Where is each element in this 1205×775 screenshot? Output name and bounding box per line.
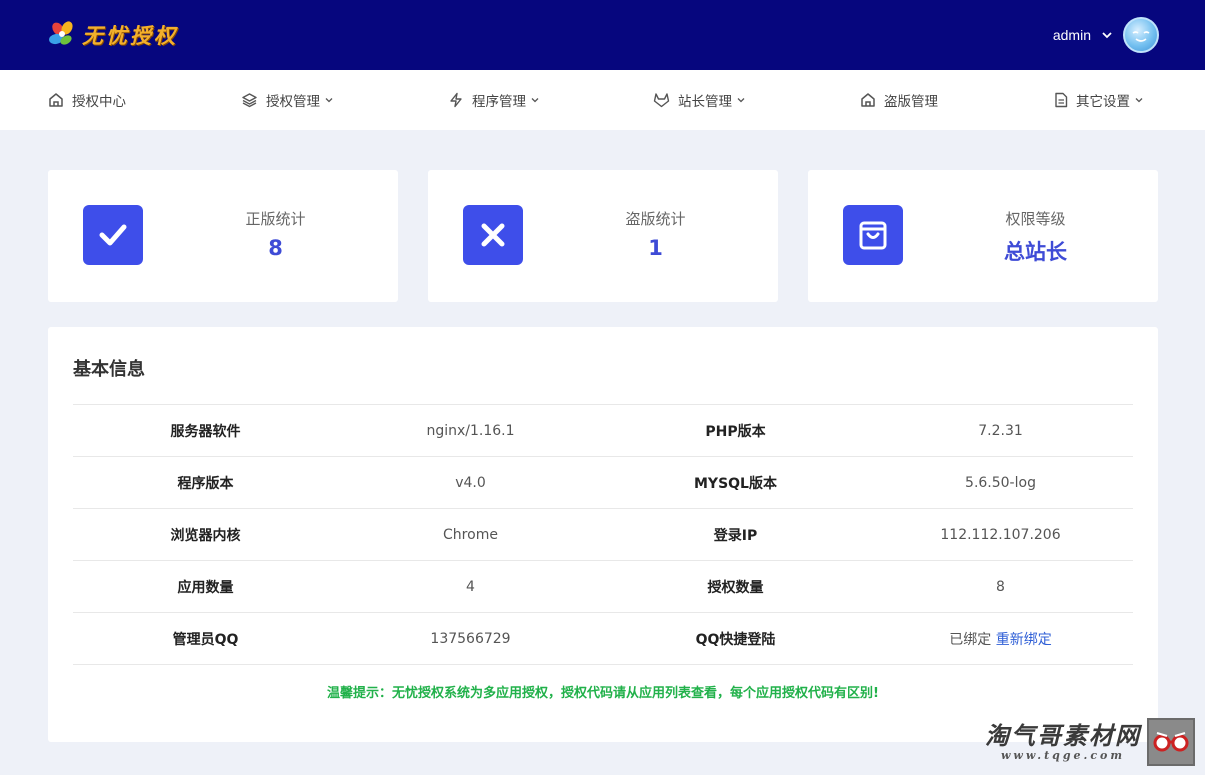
app-logo[interactable]: 无忧授权: [48, 18, 178, 52]
avatar-face-icon: [1132, 31, 1150, 42]
info-value: 137566729: [430, 630, 511, 647]
nav-item-label: 站长管理: [678, 94, 732, 110]
info-value: 112.112.107.206: [940, 526, 1061, 543]
info-table: 服务器软件 nginx/1.16.1 PHP版本 7.2.31 程序版本 v4.…: [73, 404, 1133, 665]
lightning-icon: [450, 92, 462, 108]
check-icon: [83, 205, 143, 265]
top-header: 无忧授权 admin: [0, 0, 1205, 70]
avatar[interactable]: [1123, 17, 1159, 53]
nav-item-label: 授权中心: [72, 94, 126, 110]
nav-item-label: 授权管理: [266, 94, 320, 110]
user-menu[interactable]: admin: [1053, 17, 1159, 53]
info-key: 浏览器内核: [170, 527, 241, 544]
info-key: 管理员QQ: [172, 631, 239, 648]
nav-item-label: 其它设置: [1076, 94, 1130, 110]
basic-info-panel: 基本信息 服务器软件 nginx/1.16.1 PHP版本 7.2.31 程序版…: [48, 327, 1158, 742]
user-name: admin: [1052, 27, 1091, 43]
info-key: 授权数量: [707, 579, 764, 596]
rebind-link[interactable]: 重新绑定: [996, 632, 1052, 648]
stat-label: 权限等级: [1005, 210, 1066, 228]
gitlab-icon: [653, 93, 670, 108]
info-value: nginx/1.16.1: [426, 422, 515, 439]
table-row: 管理员QQ 137566729 QQ快捷登陆 已绑定 重新绑定: [73, 612, 1133, 665]
info-key: 服务器软件: [170, 423, 241, 440]
x-icon: [463, 205, 523, 265]
panel-title: 基本信息: [73, 359, 145, 380]
chevron-down-icon: [531, 98, 539, 103]
nav-item-piracy-manage[interactable]: 盗版管理: [860, 70, 938, 130]
info-key: 应用数量: [177, 579, 234, 596]
document-icon: [1055, 92, 1068, 108]
chevron-down-icon: [737, 98, 745, 103]
stat-label: 盗版统计: [625, 210, 686, 228]
table-row: 服务器软件 nginx/1.16.1 PHP版本 7.2.31: [73, 404, 1133, 457]
info-key: 程序版本: [177, 475, 234, 492]
logo-text: 无忧授权: [82, 23, 178, 48]
bound-status-text: 已绑定: [949, 631, 992, 648]
main-nav: 授权中心 授权管理 程序管理 站长管理 盗版管理 其它设置: [0, 70, 1205, 130]
chevron-down-icon: [1135, 98, 1143, 103]
info-value: 4: [466, 578, 475, 595]
info-key: QQ快捷登陆: [695, 631, 776, 648]
info-value: v4.0: [455, 474, 486, 491]
nav-item-auth-center[interactable]: 授权中心: [48, 70, 126, 130]
stat-card-permission: 权限等级 总站长: [808, 170, 1158, 302]
stat-value: 总站长: [1004, 240, 1067, 264]
table-row: 应用数量 4 授权数量 8: [73, 560, 1133, 613]
watermark-title: 淘气哥素材网: [985, 720, 1141, 750]
info-value: 8: [996, 578, 1005, 595]
chevron-down-icon: [325, 98, 333, 103]
watermark-url: www.tqge.com: [1000, 748, 1126, 762]
info-value: 5.6.50-log: [965, 474, 1036, 491]
info-value: 7.2.31: [978, 422, 1023, 439]
stat-label: 正版统计: [245, 210, 306, 228]
home-icon: [49, 93, 63, 107]
nav-item-auth-manage[interactable]: 授权管理: [241, 70, 334, 130]
info-value: Chrome: [443, 526, 498, 543]
layers-icon: [242, 93, 257, 108]
stat-value: 1: [648, 236, 663, 260]
glasses-icon: [1147, 718, 1195, 766]
flower-logo-icon: [49, 21, 73, 45]
home-icon: [861, 93, 875, 107]
nav-item-label: 程序管理: [472, 94, 526, 110]
stat-card-genuine: 正版统计 8: [48, 170, 398, 302]
nav-item-program-manage[interactable]: 程序管理: [448, 70, 540, 130]
table-row: 程序版本 v4.0 MYSQL版本 5.6.50-log: [73, 456, 1133, 509]
chevron-down-icon: [1102, 32, 1112, 39]
nav-item-label: 盗版管理: [884, 94, 938, 110]
info-key: PHP版本: [705, 423, 766, 440]
nav-item-other-settings[interactable]: 其它设置: [1054, 70, 1144, 130]
stat-card-piracy: 盗版统计 1: [428, 170, 778, 302]
warm-tip: 温馨提示：无忧授权系统为多应用授权，授权代码请从应用列表查看，每个应用授权代码有…: [327, 686, 879, 701]
watermark-text-group: 淘气哥素材网 www.tqge.com: [985, 720, 1141, 762]
stat-value: 8: [268, 236, 283, 260]
watermark: 淘气哥素材网 www.tqge.com: [985, 717, 1195, 767]
qq-bind-status: 已绑定 重新绑定: [868, 613, 1133, 665]
nav-item-webmaster-manage[interactable]: 站长管理: [653, 70, 746, 130]
table-row: 浏览器内核 Chrome 登录IP 112.112.107.206: [73, 508, 1133, 561]
info-key: MYSQL版本: [694, 475, 777, 492]
info-key: 登录IP: [713, 527, 758, 544]
shopping-bag-icon: [843, 205, 903, 265]
